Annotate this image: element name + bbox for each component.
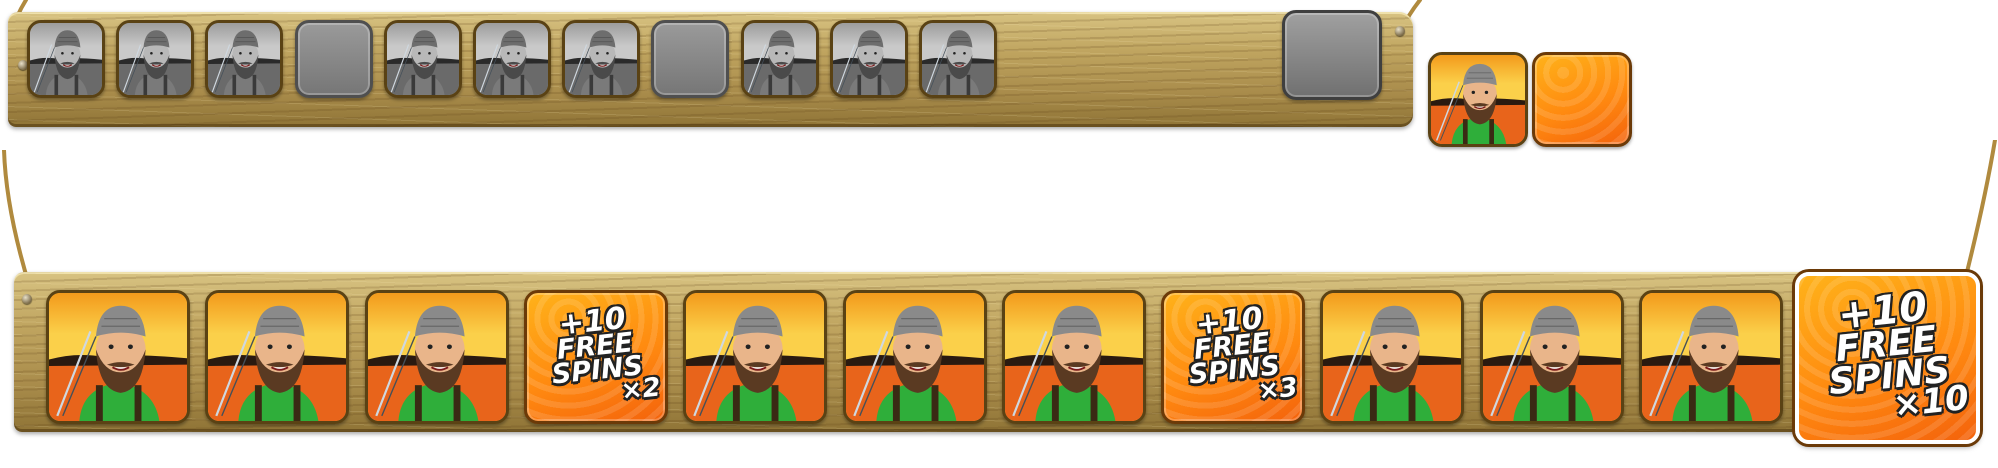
fisherman-tile-locked — [830, 20, 908, 98]
fisherman-portrait — [49, 293, 187, 421]
plank-nail — [1395, 26, 1405, 36]
fisherman-tile-locked — [741, 20, 819, 98]
fisherman-tile-locked — [562, 20, 640, 98]
plank-water-edge — [16, 123, 1401, 137]
fisherman-portrait — [30, 23, 102, 95]
fisherman-tile-locked — [919, 20, 997, 98]
fisherman-portrait — [1642, 293, 1780, 421]
free-spins-label: +10 FREE SPINS ×10 — [1799, 276, 1976, 440]
plank-nail — [22, 294, 32, 304]
rope-bottom-right — [1963, 140, 1997, 282]
fisherman-tile — [1480, 290, 1624, 424]
fisherman-tile-locked — [473, 20, 551, 98]
fisherman-portrait — [1323, 293, 1461, 421]
free-spins-multiplier: ×3 — [1256, 372, 1300, 407]
empty-slot-tile — [651, 20, 729, 98]
free-spins-multiplier: ×10 — [1891, 378, 1971, 426]
fisherman-portrait — [833, 23, 905, 95]
fisherman-portrait — [387, 23, 459, 95]
free-spins-multiplier: ×2 — [619, 372, 663, 407]
fisherman-tile — [843, 290, 987, 424]
fisherman-tile-locked — [116, 20, 194, 98]
fisherman-portrait — [476, 23, 548, 95]
fisherman-tile-locked — [205, 20, 283, 98]
plank-water-edge — [22, 428, 1952, 442]
free-spins-label: +10 FREE SPINS ×3 — [1164, 293, 1302, 421]
free-spins-bonus-tile: +10 FREE SPINS ×3 — [1161, 290, 1305, 424]
fisherman-tile — [365, 290, 509, 424]
fisherman-tile — [205, 290, 349, 424]
fisherman-portrait — [686, 293, 824, 421]
free-spins-label: +10 FREE SPINS ×2 — [527, 293, 665, 421]
fisherman-portrait — [1483, 293, 1621, 421]
fisherman-tile-sample — [1428, 52, 1528, 147]
final-empty-slot-tile — [1282, 10, 1382, 100]
fisherman-tile-locked — [27, 20, 105, 98]
fisherman-portrait — [1005, 293, 1143, 421]
fisherman-portrait — [208, 23, 280, 95]
fisherman-portrait — [922, 23, 994, 95]
fisherman-portrait — [1431, 55, 1525, 144]
fisherman-tile — [683, 290, 827, 424]
fisherman-portrait — [119, 23, 191, 95]
fisherman-portrait — [208, 293, 346, 421]
fisherman-portrait — [744, 23, 816, 95]
fisherman-tile-locked — [384, 20, 462, 98]
fisherman-tile — [46, 290, 190, 424]
fisherman-portrait — [368, 293, 506, 421]
fisherman-portrait — [565, 23, 637, 95]
empty-slot-tile — [295, 20, 373, 98]
orange-blank-tile-sample — [1532, 52, 1632, 147]
fisherman-tile — [1320, 290, 1464, 424]
free-spins-bonus-tile: +10 FREE SPINS ×2 — [524, 290, 668, 424]
fisherman-portrait — [846, 293, 984, 421]
fisherman-tile — [1002, 290, 1146, 424]
fisherman-tile — [1639, 290, 1783, 424]
final-free-spins-bonus-tile: +10 FREE SPINS ×10 — [1795, 272, 1980, 444]
